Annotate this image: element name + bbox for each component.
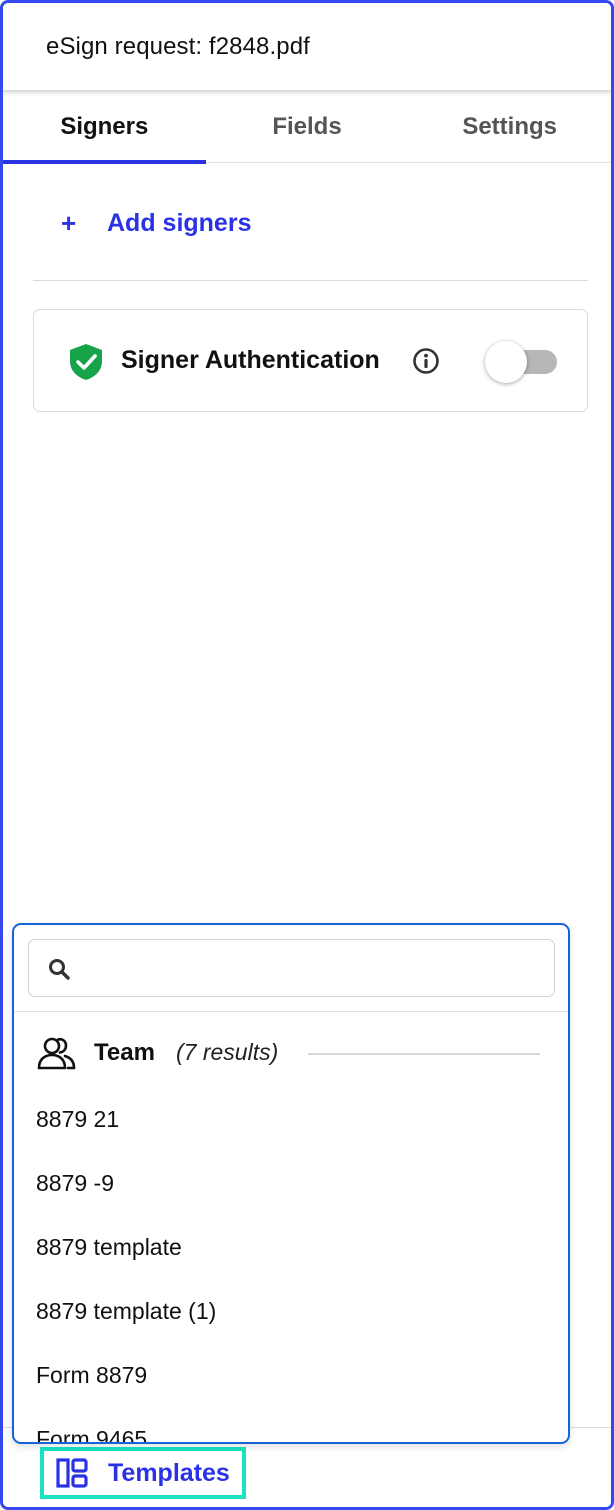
add-signers-label: Add signers (107, 208, 252, 237)
template-option[interactable]: Form 9465 (14, 1407, 568, 1442)
team-group-header: Team (7 results) (14, 1029, 568, 1073)
shield-check-icon (70, 344, 102, 380)
template-option[interactable]: Form 8879 (14, 1343, 568, 1407)
group-divider (14, 1011, 568, 1012)
templates-button[interactable]: Templates (40, 1447, 246, 1499)
team-icon (37, 1037, 76, 1070)
search-icon (49, 959, 70, 980)
info-icon[interactable] (412, 347, 440, 375)
template-option[interactable]: 8879 -9 (14, 1151, 568, 1215)
plus-icon: + (61, 207, 77, 238)
template-search-input[interactable] (83, 948, 543, 988)
panel-header: eSign request: f2848.pdf (3, 3, 611, 91)
template-option[interactable]: 8879 template (1) (14, 1279, 568, 1343)
group-header-line (308, 1053, 540, 1055)
esign-panel: eSign request: f2848.pdf Signers Fields … (0, 0, 614, 1510)
team-group-label: Team (94, 1039, 155, 1066)
team-results-count: (7 results) (176, 1039, 279, 1065)
template-search-box[interactable] (28, 939, 555, 997)
tab-signers[interactable]: Signers (3, 91, 206, 164)
templates-button-label: Templates (108, 1458, 230, 1487)
add-signers-button[interactable]: + Add signers (61, 205, 251, 241)
templates-icon (56, 1458, 88, 1488)
template-option[interactable]: 8879 template (14, 1215, 568, 1279)
tab-fields[interactable]: Fields (206, 91, 409, 163)
template-results-list: 8879 21 8879 -9 8879 template 8879 templ… (14, 1087, 568, 1442)
signer-authentication-label: Signer Authentication (121, 346, 380, 374)
template-dropdown: Team (7 results) 8879 21 8879 -9 8879 te… (12, 923, 570, 1444)
signer-authentication-card: Signer Authentication (33, 309, 588, 412)
tab-bar: Signers Fields Settings (3, 91, 611, 164)
section-divider (33, 280, 588, 281)
tab-settings[interactable]: Settings (408, 91, 611, 163)
signer-authentication-toggle[interactable] (485, 341, 559, 383)
page-title: eSign request: f2848.pdf (46, 33, 310, 60)
template-option[interactable]: 8879 21 (14, 1087, 568, 1151)
toggle-knob (485, 341, 527, 383)
